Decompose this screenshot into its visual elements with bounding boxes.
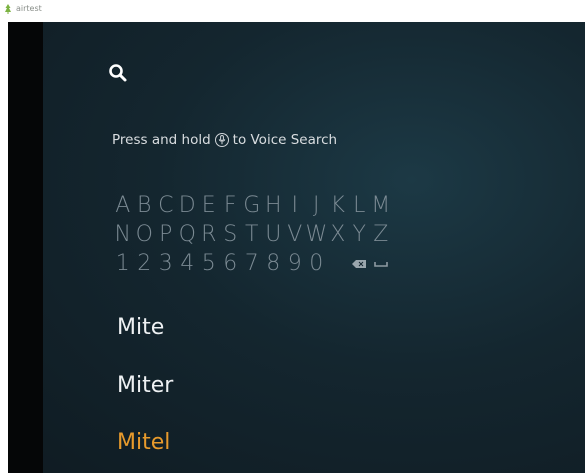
key[interactable]: F <box>220 193 242 219</box>
search-icon[interactable] <box>107 62 129 84</box>
key[interactable]: L <box>349 193 371 219</box>
keyboard-row-letters-1: A B C D E F G H I J K L M <box>112 191 392 220</box>
key[interactable]: B <box>134 193 156 219</box>
key[interactable]: Q <box>177 222 199 248</box>
key[interactable]: 4 <box>177 251 199 277</box>
suggestion-item[interactable]: Mite <box>117 315 164 340</box>
hint-prefix: Press and hold <box>112 132 211 148</box>
microphone-icon <box>214 133 229 147</box>
key[interactable]: O <box>134 222 156 248</box>
on-screen-keyboard: A B C D E F G H I J K L M N O P Q R S T … <box>112 191 392 278</box>
keyboard-row-digits: 1 2 3 4 5 6 7 8 9 0 <box>112 249 392 278</box>
backspace-key[interactable] <box>349 259 371 268</box>
key[interactable]: T <box>241 222 263 248</box>
left-border <box>8 22 43 473</box>
key[interactable]: I <box>284 193 306 219</box>
key[interactable]: C <box>155 193 177 219</box>
title-bar: airtest <box>0 0 585 22</box>
key[interactable]: Y <box>349 222 371 248</box>
key[interactable]: P <box>155 222 177 248</box>
key[interactable]: 7 <box>241 251 263 277</box>
keyboard-row-letters-2: N O P Q R S T U V W X Y Z <box>112 220 392 249</box>
key[interactable]: A <box>112 193 134 219</box>
key[interactable]: 0 <box>306 251 328 277</box>
key[interactable]: D <box>177 193 199 219</box>
key[interactable]: S <box>220 222 242 248</box>
key[interactable]: U <box>263 222 285 248</box>
key[interactable]: E <box>198 193 220 219</box>
tv-screen: Press and hold to Voice Search A B C D E… <box>8 22 585 473</box>
key[interactable]: J <box>306 193 328 219</box>
key[interactable]: M <box>370 193 392 219</box>
key[interactable]: 6 <box>220 251 242 277</box>
key[interactable]: K <box>327 193 349 219</box>
key[interactable]: 8 <box>263 251 285 277</box>
hint-suffix: to Voice Search <box>232 132 338 148</box>
window-title: airtest <box>16 4 42 13</box>
space-icon <box>373 261 388 267</box>
key[interactable]: 1 <box>112 251 134 277</box>
key[interactable]: R <box>198 222 220 248</box>
key[interactable]: 3 <box>155 251 177 277</box>
key[interactable]: V <box>284 222 306 248</box>
suggestion-item[interactable]: Miter <box>117 373 173 398</box>
key[interactable]: X <box>327 222 349 248</box>
key[interactable]: 9 <box>284 251 306 277</box>
key[interactable]: W <box>306 222 328 248</box>
suggestion-item-selected[interactable]: Mitel <box>117 430 170 455</box>
key[interactable]: Z <box>370 222 392 248</box>
space-key[interactable] <box>370 261 392 267</box>
key[interactable]: N <box>112 222 134 248</box>
backspace-icon <box>352 259 367 268</box>
key[interactable]: 5 <box>198 251 220 277</box>
key[interactable]: G <box>241 193 263 219</box>
key[interactable]: H <box>263 193 285 219</box>
key[interactable]: 2 <box>134 251 156 277</box>
voice-search-hint: Press and hold to Voice Search <box>112 132 337 148</box>
android-icon <box>5 4 11 14</box>
